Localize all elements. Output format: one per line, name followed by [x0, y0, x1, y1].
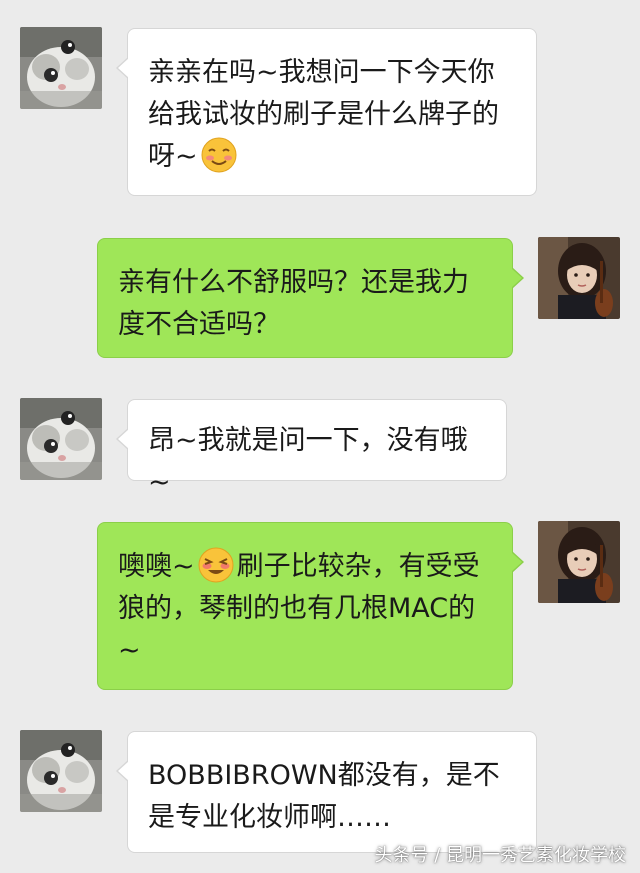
smiling-blush-emoji: [200, 136, 238, 174]
message-text: 亲有什么不舒服吗？还是我力度不合适吗？: [118, 267, 469, 340]
cat-avatar[interactable]: [20, 730, 102, 812]
cat-avatar[interactable]: [20, 398, 102, 480]
message-text: BOBBIBROWN都没有，是不是专业化妆师啊……: [148, 760, 500, 833]
girl-avatar[interactable]: [538, 521, 620, 603]
girl-avatar[interactable]: [538, 237, 620, 319]
message-bubble-incoming[interactable]: 昂~我就是问一下，没有哦~: [116, 399, 507, 498]
shy-grin-emoji: [197, 546, 235, 584]
message-bubble-outgoing[interactable]: 亲有什么不舒服吗？还是我力度不合适吗？: [97, 238, 524, 358]
message-bubble-outgoing[interactable]: 噢噢~ 刷子比较杂，有受受狼的，琴制的也有几根MAC的~: [97, 522, 524, 690]
message-bubble-incoming[interactable]: 亲亲在吗~我想问一下今天你给我试妆的刷子是什么牌子的呀~: [116, 28, 537, 196]
cat-avatar[interactable]: [20, 27, 102, 109]
watermark: 头条号 / 昆明一秀艺素化妆学校: [374, 845, 626, 866]
message-text: 噢噢~: [118, 551, 195, 582]
message-bubble-incoming[interactable]: BOBBIBROWN都没有，是不是专业化妆师啊……: [116, 731, 537, 853]
message-text: 昂~我就是问一下，没有哦~: [148, 425, 468, 498]
